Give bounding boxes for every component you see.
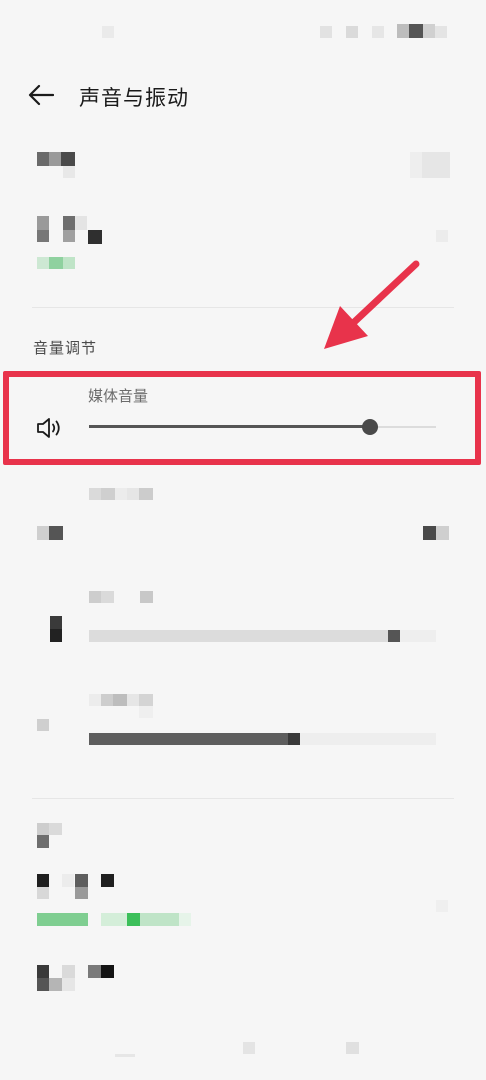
redacted-label [37, 216, 49, 230]
redacted-label [140, 591, 153, 603]
redacted-label [139, 694, 153, 706]
slider-fill [89, 630, 395, 642]
volume-slider[interactable] [89, 733, 436, 745]
redacted-label [101, 874, 114, 887]
status-icon [372, 26, 384, 38]
redacted-subtext [140, 913, 179, 926]
redacted-icon [50, 629, 62, 642]
redacted-label [49, 823, 62, 835]
redacted-label [62, 874, 74, 887]
redacted-icon [37, 719, 49, 731]
slider-fill [89, 425, 371, 428]
redacted-label [127, 488, 139, 500]
redacted-label [63, 166, 75, 178]
redacted-value [436, 230, 448, 242]
redacted-label [75, 874, 88, 887]
redacted-label [115, 488, 127, 500]
status-icon [320, 26, 332, 38]
redacted-label [37, 887, 49, 899]
volume-slider[interactable] [89, 630, 436, 642]
divider [32, 798, 454, 799]
redacted-label [75, 216, 87, 230]
redacted-label [37, 152, 49, 166]
redacted-subtext [101, 913, 127, 926]
redacted-label [62, 965, 75, 978]
redacted-toggle[interactable] [436, 526, 449, 540]
redacted-icon [37, 526, 49, 540]
annotation-arrow [324, 260, 420, 349]
redacted-label [101, 965, 114, 978]
battery-icon [397, 24, 409, 38]
status-icon [346, 26, 358, 38]
redacted-value [422, 152, 450, 178]
redacted-label [243, 1042, 255, 1054]
redacted-label [61, 152, 75, 166]
redacted-label [101, 591, 114, 603]
redacted-label [49, 978, 62, 991]
redacted-label [63, 216, 75, 230]
slider-thumb[interactable] [362, 419, 379, 435]
slider-fill [89, 733, 294, 745]
redacted-label [37, 835, 49, 848]
redacted-subtext [127, 913, 140, 926]
redacted-subtext [63, 257, 75, 269]
redacted-label [37, 965, 49, 978]
redacted-subtext [37, 913, 88, 926]
redacted-label [62, 978, 75, 991]
redacted-label [37, 230, 49, 242]
redacted-value [436, 900, 448, 912]
redacted-label [37, 874, 49, 887]
setting-row[interactable] [32, 140, 452, 188]
redacted-icon [50, 616, 62, 629]
redacted-label [139, 488, 153, 500]
redacted-label [88, 965, 101, 978]
redacted-label [127, 694, 139, 706]
redacted-label [89, 591, 101, 603]
redacted-subtext [37, 257, 49, 269]
back-button[interactable] [24, 78, 64, 114]
slider-thumb[interactable] [388, 630, 401, 642]
status-bar [0, 0, 486, 60]
redacted-icon [49, 526, 63, 540]
redacted-label [89, 694, 101, 706]
status-icon [102, 26, 114, 38]
media-volume-label: 媒体音量 [88, 387, 149, 405]
arrow-left-icon [28, 84, 54, 106]
redacted-label [101, 488, 115, 500]
media-volume-slider[interactable] [89, 417, 436, 437]
speaker-icon[interactable] [36, 415, 62, 441]
page-title: 声音与振动 [79, 86, 189, 110]
redacted-label [113, 694, 127, 706]
redacted-label [88, 230, 102, 244]
battery-icon [423, 24, 435, 38]
battery-icon [435, 26, 447, 38]
redacted-label [37, 823, 49, 835]
redacted-label [101, 694, 113, 706]
redacted-label [89, 488, 101, 500]
header: 声音与振动 [0, 70, 486, 122]
redacted-subtext [49, 257, 63, 269]
redacted-label [49, 152, 61, 166]
redacted-toggle[interactable] [423, 526, 436, 540]
redacted-label [63, 230, 75, 242]
redacted-value [410, 152, 422, 178]
redacted-label [115, 1054, 135, 1057]
redacted-subtext [179, 913, 191, 926]
slider-thumb[interactable] [287, 733, 300, 745]
redacted-label [37, 978, 49, 991]
section-title: 音量调节 [33, 339, 98, 357]
redacted-label [75, 887, 88, 899]
redacted-label [346, 1042, 359, 1054]
redacted-label [139, 706, 153, 718]
battery-icon [409, 24, 423, 38]
